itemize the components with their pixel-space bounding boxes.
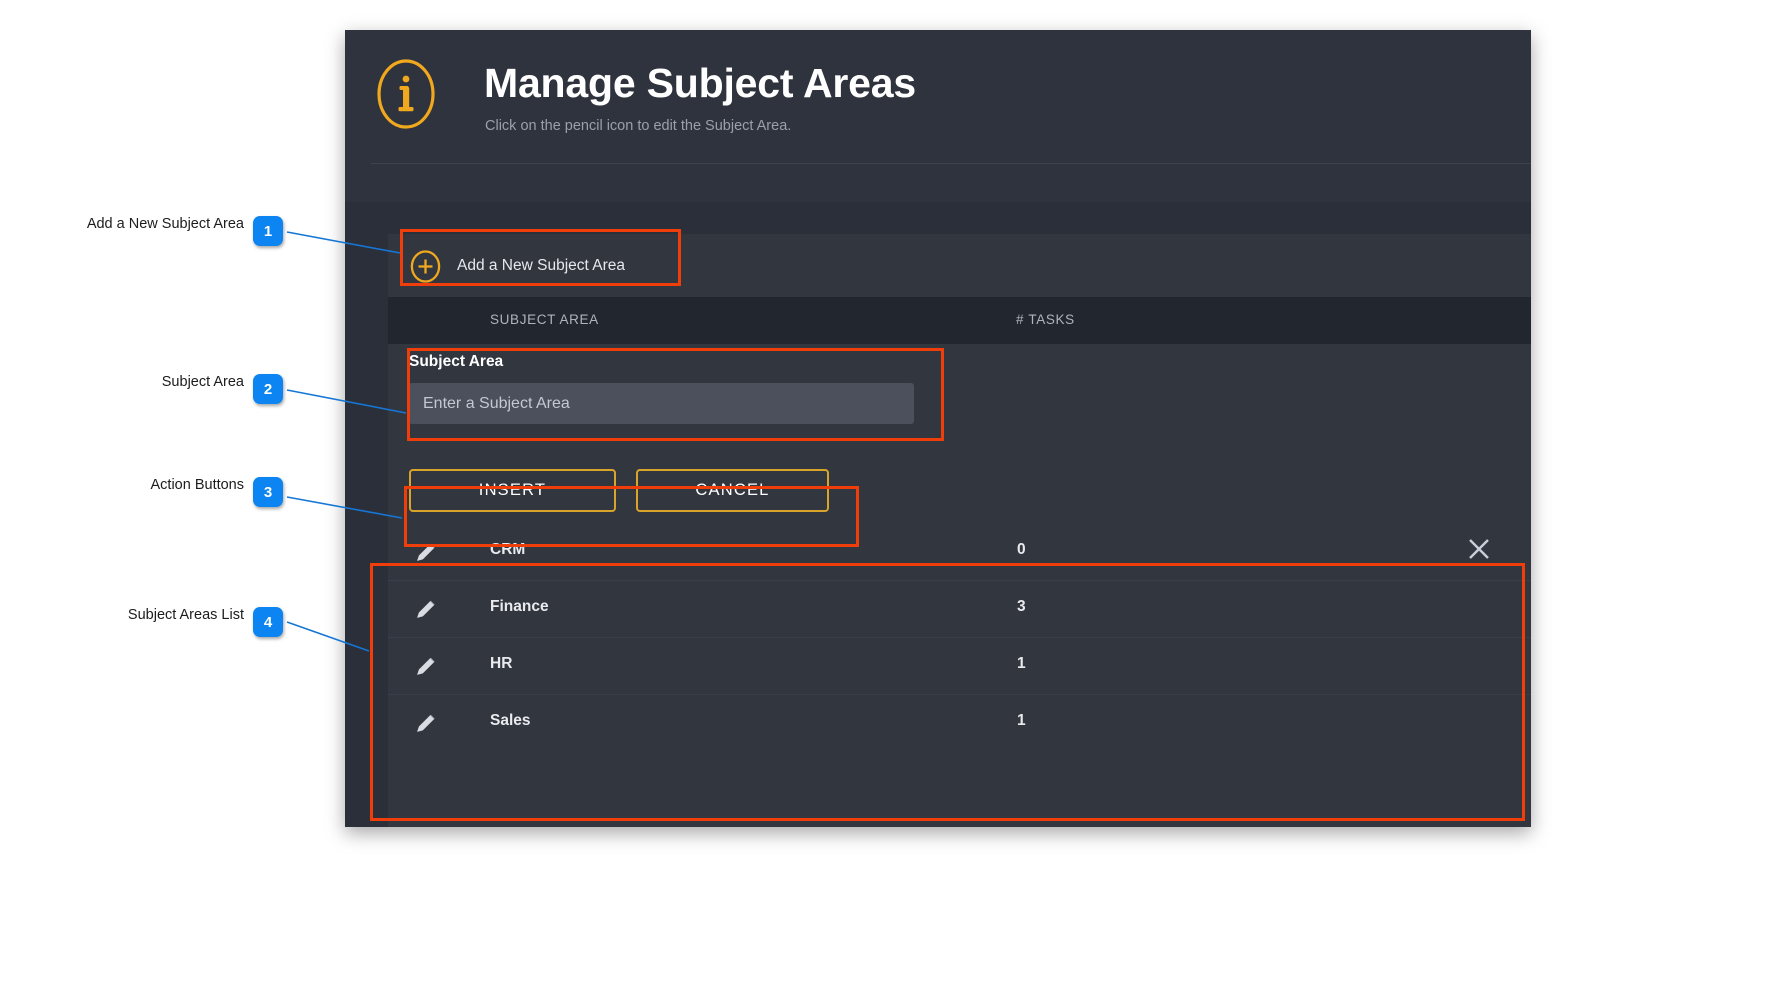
annotation-badge-2: 2 (253, 374, 283, 404)
annotation-badge-3: 3 (253, 477, 283, 507)
screenshot-stage: Manage Subject Areas Click on the pencil… (0, 0, 1769, 994)
annotation-badge-1: 1 (253, 216, 283, 246)
annotation-label-4: Subject Areas List (127, 607, 244, 623)
annotation-label-2: Subject Area (161, 374, 244, 390)
annotation-label-3: Action Buttons (150, 477, 245, 493)
annotation-badge-4: 4 (253, 607, 283, 637)
annotation-label-1: Add a New Subject Area (86, 216, 244, 232)
